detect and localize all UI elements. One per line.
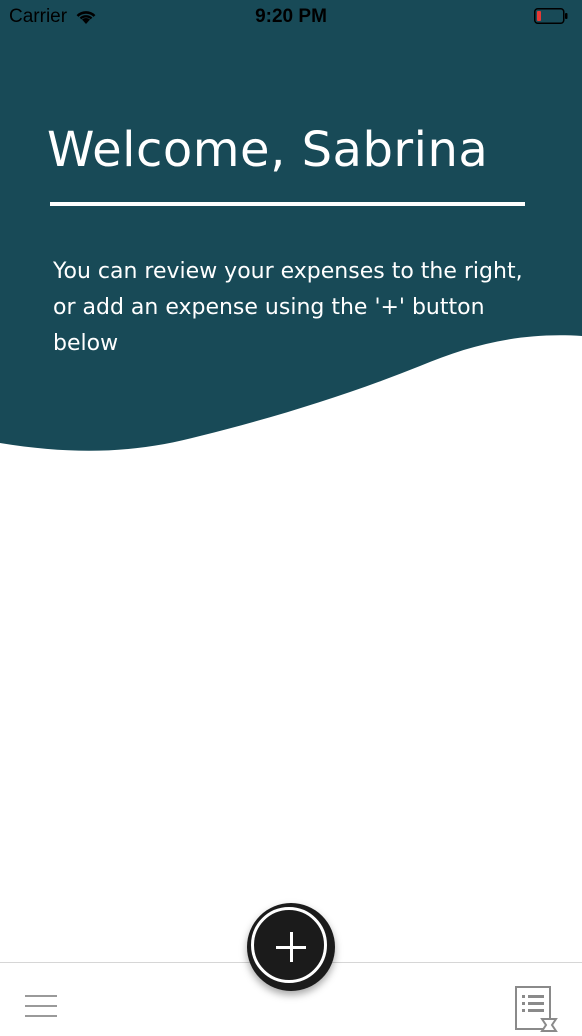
status-time: 9:20 PM — [255, 6, 327, 27]
welcome-header — [0, 0, 582, 460]
welcome-title: Welcome, Sabrina — [47, 122, 489, 178]
battery-icon — [534, 8, 568, 24]
plus-icon — [276, 932, 306, 962]
status-bar: Carrier 9:20 PM — [0, 0, 582, 34]
battery-level — [537, 11, 541, 21]
wave-background — [0, 0, 582, 451]
title-underline — [50, 202, 525, 206]
welcome-message: You can review your expenses to the righ… — [53, 259, 523, 356]
expense-report-icon[interactable] — [512, 985, 560, 1033]
home-screen: Carrier 9:20 PM Welcome, Sabrina You can… — [0, 0, 582, 1036]
hamburger-menu-icon[interactable] — [25, 995, 57, 1019]
add-expense-button[interactable] — [247, 903, 335, 991]
